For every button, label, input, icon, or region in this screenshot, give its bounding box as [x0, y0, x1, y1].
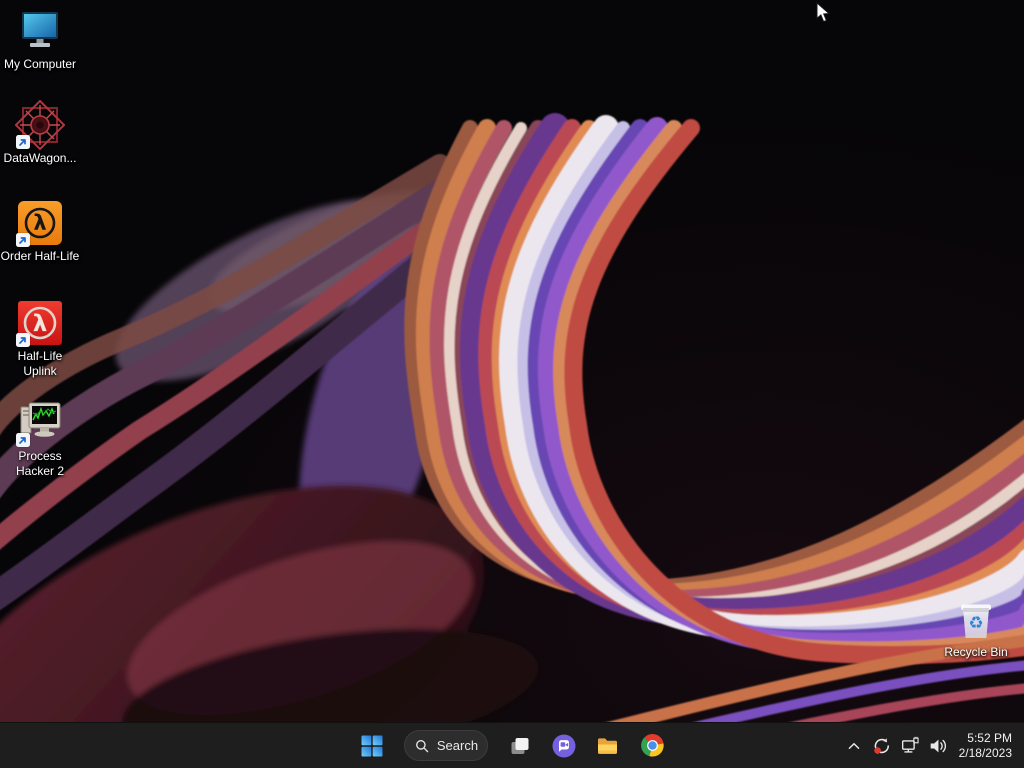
desktop-icon-recycle-bin[interactable]: ♻ Recycle Bin	[936, 594, 1016, 660]
screen: My Computer DataWagon... λ Order Half-Li…	[0, 0, 1024, 768]
hidden-icons-button[interactable]	[841, 729, 867, 763]
shortcut-arrow-icon	[16, 433, 30, 447]
start-button[interactable]	[352, 726, 392, 766]
task-view-icon	[511, 737, 529, 754]
svg-text:λ: λ	[33, 311, 48, 337]
clock-date: 2/18/2023	[958, 745, 1012, 760]
chrome-button[interactable]	[632, 726, 672, 766]
desktop-icon-label: Order Half-Life	[0, 249, 80, 263]
desktop-icon-label: DataWagon...	[3, 151, 77, 165]
chevron-up-icon	[848, 742, 859, 749]
system-tray: 5:52 PM 2/18/2023	[841, 723, 1024, 768]
desktop-icon-my-computer[interactable]: My Computer	[0, 6, 80, 72]
search-box[interactable]: Search	[404, 730, 488, 761]
magnifier-icon	[415, 739, 429, 752]
teams-chat-icon	[552, 734, 576, 757]
process-hacker-monitor-icon	[15, 398, 65, 448]
shortcut-arrow-icon	[16, 333, 30, 347]
computer-monitor-icon	[15, 6, 65, 56]
search-label: Search	[436, 738, 479, 753]
volume-tray-button[interactable]	[925, 729, 951, 763]
task-view-button[interactable]	[500, 726, 540, 766]
half-life-red-lambda-icon: λ	[15, 298, 65, 348]
desktop-icon-datawagon[interactable]: DataWagon...	[0, 100, 80, 166]
desktop-icon-half-life-uplink[interactable]: λ Half-Life Uplink	[0, 298, 80, 379]
folder-icon	[598, 737, 617, 754]
desktop-icon-label: My Computer	[3, 57, 77, 71]
clock[interactable]: 5:52 PM 2/18/2023	[959, 731, 1012, 760]
datawagon-mandala-icon	[15, 100, 65, 150]
file-explorer-button[interactable]	[588, 726, 628, 766]
mouse-cursor	[816, 2, 831, 23]
chat-button[interactable]	[544, 726, 584, 766]
update-tray-button[interactable]	[869, 729, 895, 763]
desktop-icon-label: Process Hacker 2	[15, 449, 65, 478]
half-life-orange-lambda-icon: λ	[15, 198, 65, 248]
svg-text:♻: ♻	[968, 614, 983, 634]
shortcut-arrow-icon	[16, 233, 30, 247]
desktop-icon-label: Recycle Bin	[944, 645, 1008, 659]
svg-text:λ: λ	[33, 211, 46, 235]
network-tray-button[interactable]	[897, 729, 923, 763]
desktop-icon-process-hacker-2[interactable]: Process Hacker 2	[0, 398, 80, 479]
windows-logo-icon	[361, 735, 383, 756]
clock-time: 5:52 PM	[967, 731, 1012, 745]
desktop[interactable]: My Computer DataWagon... λ Order Half-Li…	[0, 0, 1024, 722]
speaker-icon	[930, 739, 946, 752]
shortcut-arrow-icon	[16, 135, 30, 149]
desktop-wallpaper	[0, 0, 1024, 722]
desktop-icon-label: Half-Life Uplink	[17, 349, 63, 378]
update-refresh-icon	[873, 737, 889, 754]
ethernet-network-icon	[901, 736, 919, 753]
chrome-icon	[640, 733, 664, 757]
desktop-icon-order-half-life[interactable]: λ Order Half-Life	[0, 198, 80, 264]
taskbar-center: Search	[352, 723, 672, 768]
taskbar: Search 5:52 PM 2/18/2023	[0, 722, 1024, 768]
recycle-bin-icon: ♻	[951, 594, 1001, 644]
